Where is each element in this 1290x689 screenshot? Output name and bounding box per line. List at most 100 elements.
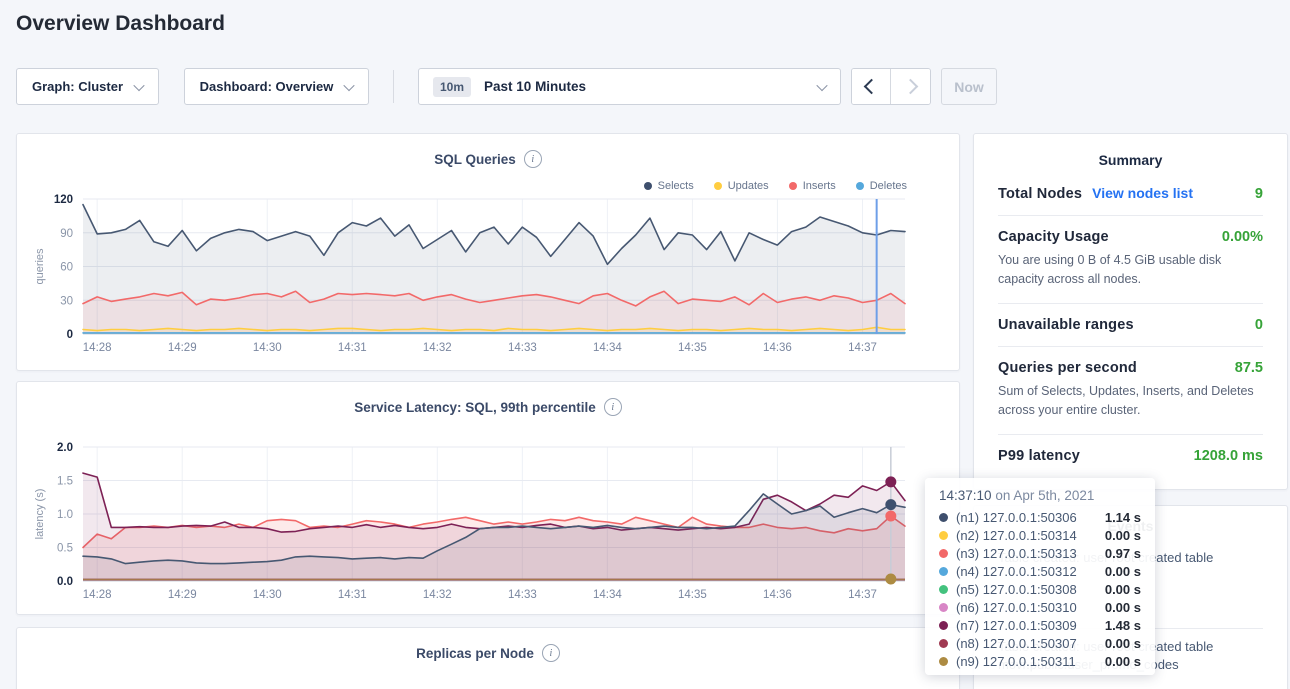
summary-row-label: Total Nodes <box>998 186 1082 202</box>
tooltip-node-rows: (n1) 127.0.0.1:50306 1.14 s (n2) 127.0.0.1… <box>939 508 1141 670</box>
info-icon[interactable]: i <box>542 644 560 662</box>
summary-row-label: P99 latency <box>998 448 1080 464</box>
node-color-dot-icon <box>939 513 948 522</box>
chevron-left-icon <box>863 79 879 95</box>
svg-text:14:31: 14:31 <box>338 342 367 354</box>
node-latency-value: 0.00 s <box>1105 582 1141 597</box>
node-address: (n7) 127.0.0.1:50309 <box>956 618 1077 633</box>
node-address: (n3) 127.0.0.1:50313 <box>956 546 1077 561</box>
svg-text:14:29: 14:29 <box>168 589 197 601</box>
node-latency-value: 0.00 s <box>1105 654 1141 669</box>
tooltip-timestamp: 14:37:10 on Apr 5th, 2021 <box>939 488 1141 503</box>
service-latency-card: Service Latency: SQL, 99th percentile i … <box>16 381 960 615</box>
svg-text:0: 0 <box>67 329 73 341</box>
svg-text:queries: queries <box>34 248 46 285</box>
svg-text:60: 60 <box>60 262 73 274</box>
svg-text:14:36: 14:36 <box>763 342 792 354</box>
service-latency-chart[interactable]: 0.00.51.01.52.014:2814:2914:3014:3114:32… <box>17 382 959 614</box>
node-color-dot-icon <box>939 603 948 612</box>
time-window-label: Past 10 Minutes <box>484 79 586 94</box>
svg-text:14:35: 14:35 <box>678 589 707 601</box>
summary-row: Total Nodes View nodes list 9 <box>998 172 1263 215</box>
tooltip-node-row: (n5) 127.0.0.1:50308 0.00 s <box>939 580 1141 598</box>
svg-text:2.0: 2.0 <box>57 442 73 454</box>
time-range-pager <box>851 68 931 105</box>
node-color-dot-icon <box>939 639 948 648</box>
dashboard-dropdown-label: Dashboard: Overview <box>200 79 334 94</box>
tooltip-time: 14:37:10 <box>939 488 992 503</box>
summary-row: P99 latency 1208.0 ms <box>998 434 1263 477</box>
next-range-button[interactable] <box>891 69 930 104</box>
summary-row-description: You are using 0 B of 4.5 GiB usable disk… <box>998 251 1263 290</box>
summary-row-value: 87.5 <box>1235 360 1263 376</box>
time-range-picker[interactable]: 10m Past 10 Minutes <box>418 68 841 105</box>
time-window-badge: 10m <box>433 77 471 97</box>
summary-rows: Total Nodes View nodes list 9 Capacity Usag… <box>974 172 1287 477</box>
page-title: Overview Dashboard <box>16 12 225 36</box>
svg-text:1.5: 1.5 <box>57 476 73 488</box>
node-latency-value: 0.00 s <box>1105 636 1141 651</box>
node-address: (n9) 127.0.0.1:50311 <box>956 654 1076 669</box>
node-latency-value: 0.97 s <box>1105 546 1141 561</box>
svg-text:14:34: 14:34 <box>593 589 622 601</box>
node-color-dot-icon <box>939 585 948 594</box>
graph-dropdown-label: Graph: Cluster <box>32 79 123 94</box>
svg-text:1.0: 1.0 <box>57 509 73 521</box>
svg-text:14:33: 14:33 <box>508 589 537 601</box>
svg-text:120: 120 <box>54 194 73 206</box>
node-latency-value: 1.48 s <box>1105 618 1141 633</box>
toolbar-divider <box>393 70 394 103</box>
svg-text:14:29: 14:29 <box>168 342 197 354</box>
svg-text:14:36: 14:36 <box>763 589 792 601</box>
now-button[interactable]: Now <box>941 68 997 105</box>
svg-text:latency (s): latency (s) <box>34 489 46 540</box>
summary-row-label: Capacity Usage <box>998 229 1109 245</box>
tooltip-node-row: (n1) 127.0.0.1:50306 1.14 s <box>939 508 1141 526</box>
node-color-dot-icon <box>939 531 948 540</box>
node-address: (n5) 127.0.0.1:50308 <box>956 582 1077 597</box>
node-color-dot-icon <box>939 549 948 558</box>
tooltip-node-row: (n6) 127.0.0.1:50310 0.00 s <box>939 598 1141 616</box>
summary-row: Unavailable ranges 0 <box>998 303 1263 346</box>
node-address: (n8) 127.0.0.1:50307 <box>956 636 1077 651</box>
summary-title: Summary <box>974 152 1287 168</box>
node-latency-value: 1.14 s <box>1105 510 1141 525</box>
summary-row: Queries per second87.5Sum of Selects, Up… <box>998 346 1263 434</box>
node-latency-value: 0.00 s <box>1105 528 1141 543</box>
tooltip-node-row: (n3) 127.0.0.1:50313 0.97 s <box>939 544 1141 562</box>
summary-row-value: 1208.0 ms <box>1194 448 1263 464</box>
tooltip-node-row: (n4) 127.0.0.1:503120.00 s <box>939 562 1141 580</box>
node-address: (n4) 127.0.0.1:50312 <box>956 564 1077 579</box>
svg-text:14:35: 14:35 <box>678 342 707 354</box>
chart-hover-tooltip: 14:37:10 on Apr 5th, 2021 (n1) 127.0.0.1… <box>925 478 1155 675</box>
summary-row-label: Unavailable ranges <box>998 317 1134 333</box>
chevron-down-icon <box>816 79 827 90</box>
svg-text:30: 30 <box>60 295 73 307</box>
chevron-down-icon <box>133 79 144 90</box>
node-latency-value: 0.00 s <box>1105 600 1141 615</box>
tooltip-node-row: (n9) 127.0.0.1:50311 0.00 s <box>939 652 1141 670</box>
node-address: (n6) 127.0.0.1:50310 <box>956 600 1077 615</box>
prev-range-button[interactable] <box>852 69 891 104</box>
svg-text:14:28: 14:28 <box>83 342 112 354</box>
summary-row-description: Sum of Selects, Updates, Inserts, and De… <box>998 382 1263 421</box>
node-address: (n1) 127.0.0.1:50306 <box>956 510 1077 525</box>
sql-queries-chart[interactable]: 030609012014:2814:2914:3014:3114:3214:33… <box>17 134 959 370</box>
svg-text:0.5: 0.5 <box>57 543 73 555</box>
dashboard-dropdown[interactable]: Dashboard: Overview <box>184 68 369 105</box>
svg-text:14:37: 14:37 <box>848 589 877 601</box>
node-color-dot-icon <box>939 621 948 630</box>
overview-dashboard-page: Overview Dashboard Graph: Cluster Dashbo… <box>0 0 1290 689</box>
graph-dropdown[interactable]: Graph: Cluster <box>16 68 159 105</box>
replicas-per-node-card: Replicas per Node i <box>16 627 960 689</box>
node-address: (n2) 127.0.0.1:50314 <box>956 528 1077 543</box>
svg-text:14:31: 14:31 <box>338 589 367 601</box>
chevron-right-icon <box>903 79 919 95</box>
node-color-dot-icon <box>939 657 948 666</box>
summary-row-value: 0 <box>1255 317 1263 333</box>
summary-row-value: 9 <box>1255 186 1263 202</box>
view-nodes-list-link[interactable]: View nodes list <box>1092 185 1193 201</box>
svg-text:14:37: 14:37 <box>848 342 877 354</box>
svg-text:14:32: 14:32 <box>423 589 452 601</box>
replicas-chart-title: Replicas per Node <box>416 646 534 661</box>
